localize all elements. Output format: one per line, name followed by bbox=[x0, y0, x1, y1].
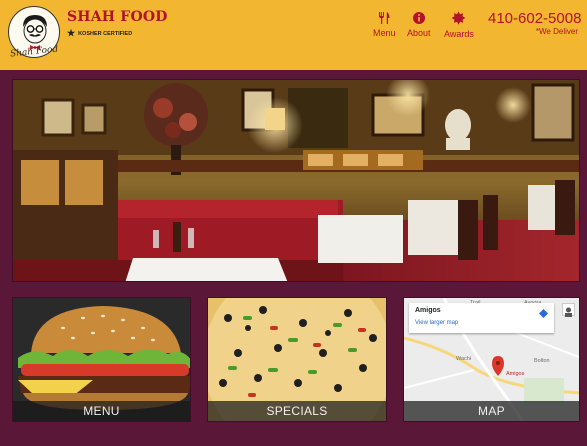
menu-tile-label: MENU bbox=[13, 401, 190, 421]
restaurant-hero-image bbox=[12, 79, 580, 282]
view-larger-map-link[interactable]: View larger map bbox=[415, 320, 458, 326]
map-info-card: Amigos View larger map bbox=[409, 303, 554, 333]
directions-icon[interactable] bbox=[539, 309, 548, 318]
map-tile[interactable]: Trail Ayoora Wachi Bolton Amigos Amigos … bbox=[403, 297, 580, 422]
info-icon bbox=[412, 12, 425, 24]
fork-knife-icon bbox=[379, 12, 390, 24]
nav-menu[interactable]: Menu bbox=[373, 11, 396, 38]
specials-tile[interactable]: SPECIALS bbox=[207, 297, 387, 422]
menu-tile[interactable]: MENU bbox=[12, 297, 191, 422]
nav-menu-label: Menu bbox=[373, 28, 396, 38]
map-tile-label: MAP bbox=[404, 401, 579, 421]
nav-awards-label: Awards bbox=[444, 29, 474, 39]
specials-tile-label: SPECIALS bbox=[208, 401, 386, 421]
map-place-name: Amigos bbox=[415, 307, 441, 314]
map-label: Wachi bbox=[456, 356, 472, 362]
delivery-tagline: *We Deliver bbox=[535, 27, 578, 36]
nav-about-label: About bbox=[407, 28, 431, 38]
brand-title[interactable]: SHAH FOOD bbox=[67, 9, 168, 25]
kosher-badge: ★ KOSHER CERTIFIED bbox=[67, 29, 132, 38]
phone-number[interactable]: 410-602-5008 bbox=[488, 10, 581, 27]
site-header: Shah Food SHAH FOOD ★ KOSHER CERTIFIED M… bbox=[0, 0, 587, 70]
award-seal-icon bbox=[451, 11, 466, 25]
kosher-label: KOSHER CERTIFIED bbox=[78, 30, 133, 37]
star-icon: ★ bbox=[67, 28, 76, 38]
nav-about[interactable]: About bbox=[407, 11, 431, 38]
map-label: Bolton bbox=[534, 358, 550, 364]
map-pin-label: Amigos bbox=[506, 371, 525, 377]
avatar[interactable] bbox=[562, 303, 575, 317]
nav-awards[interactable]: Awards bbox=[444, 11, 474, 39]
